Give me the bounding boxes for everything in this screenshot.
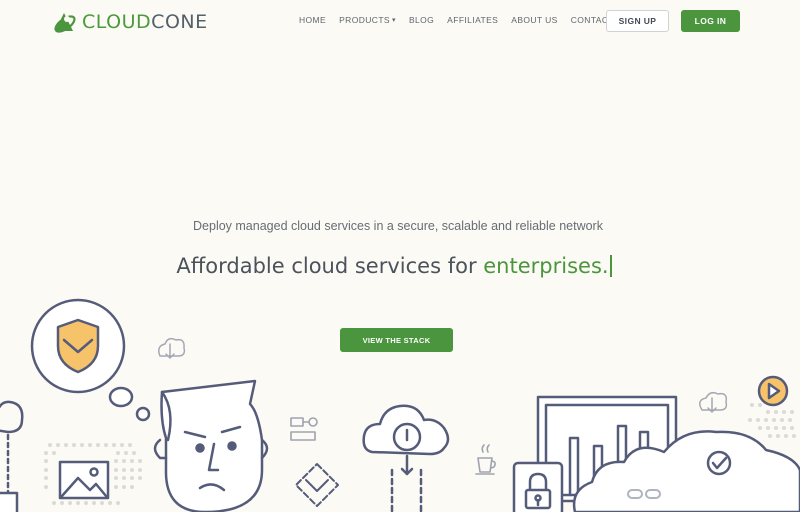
chain-link-icon — [627, 489, 661, 499]
main-nav: HOME PRODUCTS ▾ BLOG AFFILIATES ABOUT US … — [299, 15, 627, 25]
hero-headline: Affordable cloud services for enterprise… — [0, 254, 788, 278]
cloud-edge-left — [0, 400, 24, 434]
nav-products-label: PRODUCTS — [339, 15, 391, 25]
bar-chart-icon — [536, 395, 678, 503]
headline-prefix: Affordable cloud services for — [176, 254, 484, 278]
nav-blog-label: BLOG — [408, 15, 435, 25]
nav-affiliates-label: AFFILIATES — [447, 15, 499, 25]
cloud-download-icon-right — [699, 391, 728, 413]
play-icon — [757, 375, 789, 407]
logo-text: CLOUDCONE — [82, 11, 208, 33]
cloud-download-icon — [158, 337, 186, 359]
hero-tagline: Deploy managed cloud services in a secur… — [193, 219, 603, 233]
nav-affiliates[interactable]: AFFILIATES — [447, 15, 498, 25]
headline-accent: enterprises. — [483, 254, 609, 278]
logo-text-cloud: CLOUD — [82, 11, 152, 33]
nav-products[interactable]: PRODUCTS ▾ — [339, 15, 396, 25]
typing-cursor — [609, 255, 612, 277]
cloud-large-right — [572, 430, 800, 512]
chevron-down-icon: ▾ — [392, 17, 396, 24]
view-the-stack-button[interactable]: VIEW THE STACK — [340, 328, 453, 352]
nav-about-us-label: ABOUT US — [511, 15, 558, 25]
sign-up-button[interactable]: SIGN UP — [606, 10, 669, 32]
log-in-button[interactable]: LOG IN — [681, 10, 740, 32]
cloud-power-icon — [362, 404, 450, 512]
thought-bubble — [30, 298, 126, 394]
nav-home-label: HOME — [299, 15, 327, 25]
thought-dot-small — [135, 406, 151, 422]
person-illustration — [153, 379, 269, 512]
logo-mark-icon — [54, 13, 76, 33]
site-header: CLOUDCONE HOME PRODUCTS ▾ BLOG AFFILIATES… — [0, 0, 800, 44]
nav-blog[interactable]: BLOG — [409, 15, 434, 25]
picture-icon — [58, 460, 110, 500]
flowchart-icon — [290, 417, 318, 441]
nav-home[interactable]: HOME — [299, 15, 326, 25]
padlock-icon — [512, 461, 564, 512]
logo-text-cone: CONE — [151, 11, 208, 33]
box-left — [0, 491, 19, 512]
nav-about-us[interactable]: ABOUT US — [511, 15, 558, 25]
thought-dot-large — [108, 386, 134, 408]
check-circle-icon — [706, 450, 732, 476]
diamond-arrow-icon — [295, 463, 339, 507]
coffee-cup-icon — [475, 444, 496, 475]
logo[interactable]: CLOUDCONE — [52, 9, 208, 35]
shield-icon — [56, 318, 100, 374]
dot-pattern — [44, 403, 796, 505]
